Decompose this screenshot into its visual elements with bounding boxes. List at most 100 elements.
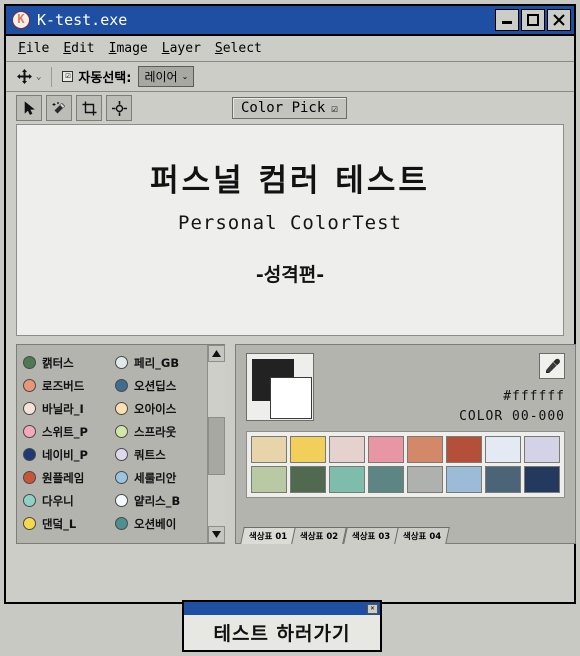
tab-palette-02[interactable]: 색상표 02 [291, 527, 348, 544]
tab-label: 색상표 03 [351, 532, 390, 542]
list-item[interactable]: 얕리스_B [115, 489, 207, 512]
move-tool-caret: ⌄ [36, 71, 42, 82]
palette-swatch[interactable] [485, 436, 521, 463]
menu-rest: ile [25, 41, 50, 56]
palette-swatch[interactable] [329, 466, 365, 493]
palette-swatch[interactable] [251, 436, 287, 463]
menu-item-select[interactable]: Select [215, 41, 262, 56]
color-swatch-dot [23, 448, 36, 461]
palette-swatch[interactable] [407, 466, 443, 493]
crop-tool[interactable] [76, 95, 102, 121]
move-tool-selector[interactable]: ⌄ [16, 68, 41, 85]
color-swatch-dot [23, 425, 36, 438]
swatch-row [251, 436, 560, 463]
list-item[interactable]: 댄덬_L [23, 512, 115, 535]
list-item[interactable]: 캙터스 [23, 351, 115, 374]
tool-bar: Color Pick ☑ [6, 92, 574, 124]
scrollbar-track[interactable] [207, 362, 225, 526]
tab-label: 색상표 01 [248, 532, 288, 542]
hex-value-label: #ffffff [503, 389, 565, 404]
color-code-label: COLOR 00-000 [459, 409, 565, 424]
color-swatch-dot [23, 517, 36, 530]
scrollbar-thumb[interactable] [207, 417, 225, 475]
options-bar: ⌄ ☑ 자동선택: 레이어 ⌄ [6, 62, 574, 92]
color-pick-button[interactable]: Color Pick ☑ [232, 97, 347, 119]
tab-palette-04[interactable]: 색상표 04 [393, 527, 450, 544]
list-item-label: 오션베이 [134, 516, 177, 531]
eyedropper-button[interactable] [539, 353, 565, 379]
list-item[interactable]: 오션베이 [115, 512, 207, 535]
list-item[interactable]: 페리_GB [115, 351, 207, 374]
swatch-row [251, 466, 560, 493]
autoselect-label: 자동선택: [78, 71, 132, 86]
maximize-button[interactable] [521, 9, 545, 31]
palette-swatch[interactable] [290, 436, 326, 463]
list-item[interactable]: 네이비_P [23, 443, 115, 466]
list-item[interactable]: 다우니 [23, 489, 115, 512]
palette-swatch[interactable] [407, 436, 443, 463]
menu-rest: ayer [169, 41, 201, 56]
list-item[interactable]: 오아이스 [115, 397, 207, 420]
color-pick-label: Color Pick [241, 100, 326, 116]
list-item[interactable]: 쿼트스 [115, 443, 207, 466]
tab-palette-01[interactable]: 색상표 01 [240, 527, 297, 544]
layer-dropdown[interactable]: 레이어 ⌄ [138, 66, 195, 87]
magic-wand-tool[interactable] [46, 95, 72, 121]
eyedropper-icon [545, 358, 560, 373]
palette-swatch[interactable] [368, 436, 404, 463]
list-scrollbar[interactable] [207, 345, 225, 543]
autoselect-checkbox[interactable]: ☑ [62, 71, 74, 82]
scroll-up-arrow-icon[interactable] [207, 345, 225, 362]
list-item[interactable]: 바닐라_I [23, 397, 115, 420]
tab-label: 색상표 02 [300, 532, 339, 542]
pointer-tool[interactable] [16, 95, 42, 121]
close-button[interactable] [547, 9, 571, 31]
list-item-label: 바닐라_I [42, 401, 84, 416]
go-to-test-dialog: ✕ 테스트 하러가기 [182, 600, 382, 652]
color-swatch-dot [23, 402, 36, 415]
menu-item-image[interactable]: Image [109, 41, 148, 56]
palette-swatch[interactable] [368, 466, 404, 493]
palette-swatch[interactable] [329, 436, 365, 463]
crop-icon [82, 101, 96, 115]
window-controls [495, 9, 574, 31]
palette-swatch[interactable] [290, 466, 326, 493]
background-color-swatch[interactable] [270, 377, 312, 419]
palette-swatch[interactable] [485, 466, 521, 493]
menu-item-file[interactable]: File [18, 41, 49, 56]
scroll-down-arrow-icon[interactable] [207, 526, 225, 543]
tab-palette-03[interactable]: 색상표 03 [342, 527, 399, 544]
close-icon: ✕ [370, 604, 375, 612]
menu-item-layer[interactable]: Layer [162, 41, 201, 56]
list-item-label: 쿼트스 [134, 447, 166, 462]
palette-swatch[interactable] [524, 436, 560, 463]
list-item[interactable]: 로즈버드 [23, 374, 115, 397]
palette-swatch[interactable] [251, 466, 287, 493]
list-item[interactable]: 오션딥스 [115, 374, 207, 397]
document-canvas[interactable]: 퍼스널 컴러 테스트 Personal ColorTest -성격편- [16, 124, 564, 336]
canvas-wrapper: 퍼스널 컴러 테스트 Personal ColorTest -성격편- [6, 124, 574, 336]
palette-swatch[interactable] [446, 436, 482, 463]
color-list-panel: 캙터스 로즈버드 바닐라_I 스위트_P 네이비_P 원플레임 다우니 댄덬_L… [16, 344, 225, 544]
list-item[interactable]: 원플레임 [23, 466, 115, 489]
list-item-label: 오아이스 [134, 401, 177, 416]
dialog-body[interactable]: 테스트 하러가기 [184, 615, 380, 650]
color-swatch-dot [115, 517, 128, 530]
palette-swatch[interactable] [446, 466, 482, 493]
move-target-tool[interactable] [106, 95, 132, 121]
color-picker-panel: #ffffff COLOR 00-000 색상표 01 색상표 02 색상표 0… [235, 344, 576, 544]
window-title: K-test.exe [37, 11, 128, 29]
color-swatch-dot [23, 471, 36, 484]
color-list-left-column: 캙터스 로즈버드 바닐라_I 스위트_P 네이비_P 원플레임 다우니 댄덬_L [23, 351, 115, 543]
list-item[interactable]: 세룰리안 [115, 466, 207, 489]
menu-item-edit[interactable]: Edit [63, 41, 94, 56]
palette-swatch[interactable] [524, 466, 560, 493]
minimize-button[interactable] [495, 9, 519, 31]
dialog-close-button[interactable]: ✕ [367, 603, 378, 614]
color-list-columns: 캙터스 로즈버드 바닐라_I 스위트_P 네이비_P 원플레임 다우니 댄덬_L… [17, 345, 207, 543]
foreground-background-swatches[interactable] [246, 353, 314, 421]
magic-wand-icon [52, 101, 65, 113]
list-item[interactable]: 스프라웃 [115, 420, 207, 443]
list-item[interactable]: 스위트_P [23, 420, 115, 443]
app-k-icon: K [12, 11, 30, 29]
